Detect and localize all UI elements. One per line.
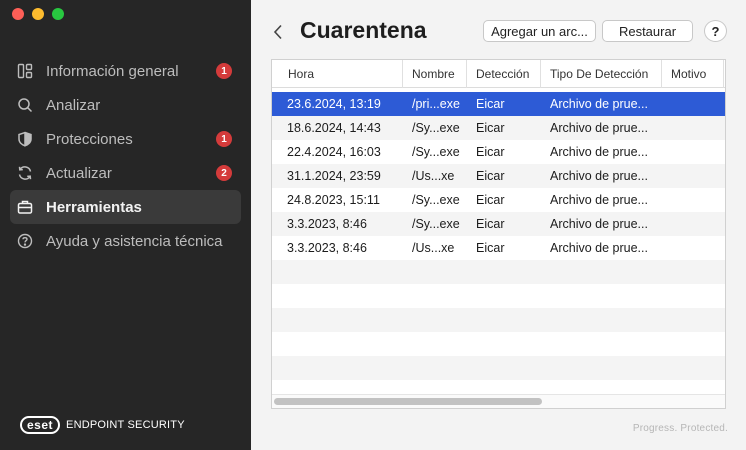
sidebar-item-label: Actualizar xyxy=(46,164,112,182)
add-file-button[interactable]: Agregar un arc... xyxy=(483,20,596,42)
sidebar-item-ayuda[interactable]: Ayuda y asistencia técnica xyxy=(10,224,241,258)
sidebar-item-informacion-general[interactable]: Información general 1 xyxy=(10,54,241,88)
horizontal-scrollbar-track xyxy=(272,394,725,408)
minimize-window-button[interactable] xyxy=(32,8,44,20)
cell-hora: 31.1.2024, 23:59 xyxy=(287,169,381,183)
cell-nombre: /Sy...exe xyxy=(412,145,460,159)
table-row[interactable]: 31.1.2024, 23:59/Us...xe Eicar Archivo de … xyxy=(272,164,725,188)
column-header-tipo[interactable]: Tipo De Detección xyxy=(541,60,662,88)
cell-tipo: Archivo de prue... xyxy=(550,145,648,159)
help-circle-icon xyxy=(16,232,34,250)
column-header-nombre[interactable]: Nombre xyxy=(403,60,467,88)
cell-nombre: /pri...exe xyxy=(412,97,460,111)
cell-nombre: /Us...xe xyxy=(412,241,455,255)
cell-hora: 3.3.2023, 8:46 xyxy=(287,241,367,255)
cell-deteccion: Eicar xyxy=(476,169,505,183)
cell-tipo: Archivo de prue... xyxy=(550,193,648,207)
sidebar-item-herramientas[interactable]: Herramientas xyxy=(10,190,241,224)
close-window-button[interactable] xyxy=(12,8,24,20)
table-row[interactable]: 22.4.2024, 16:03/Sy...exe Eicar Archivo de… xyxy=(272,140,725,164)
cell-deteccion: Eicar xyxy=(476,193,505,207)
page-title: Cuarentena xyxy=(300,17,427,43)
empty-row xyxy=(272,356,725,380)
quarantine-table: Hora Nombre Detección Tipo De Detección … xyxy=(271,59,726,409)
column-header-motivo[interactable]: Motivo xyxy=(662,60,724,88)
sidebar-nav: Información general 1 Analizar Proteccio… xyxy=(10,54,241,258)
search-icon xyxy=(16,96,34,114)
sidebar: Información general 1 Analizar Proteccio… xyxy=(0,0,251,450)
toolbox-icon xyxy=(16,198,34,216)
restore-button[interactable]: Restaurar xyxy=(602,20,693,42)
cell-hora: 22.4.2024, 16:03 xyxy=(287,145,381,159)
help-button[interactable]: ? xyxy=(704,20,727,42)
table-row[interactable]: 3.3.2023, 8:46/Us...xe Eicar Archivo de pr… xyxy=(272,236,725,260)
empty-row xyxy=(272,332,725,356)
notification-badge: 2 xyxy=(216,165,232,181)
cell-hora: 18.6.2024, 14:43 xyxy=(287,121,381,135)
column-header-deteccion[interactable]: Detección xyxy=(467,60,541,88)
eset-logo: eset xyxy=(20,416,61,434)
cell-deteccion: Eicar xyxy=(476,121,505,135)
window-controls xyxy=(12,8,64,20)
sidebar-item-label: Ayuda y asistencia técnica xyxy=(46,232,223,250)
table-body: 23.6.2024, 13:19/pri...exe Eicar Archivo d… xyxy=(272,92,725,380)
sidebar-item-label: Información general xyxy=(46,62,179,80)
shield-icon xyxy=(16,130,34,148)
sidebar-item-label: Analizar xyxy=(46,96,101,114)
main-panel: Cuarentena Agregar un arc... Restaurar ?… xyxy=(251,0,746,450)
sidebar-item-actualizar[interactable]: Actualizar 2 xyxy=(10,156,241,190)
sidebar-item-analizar[interactable]: Analizar xyxy=(10,88,241,122)
cell-nombre: /Sy...exe xyxy=(412,193,460,207)
zoom-window-button[interactable] xyxy=(52,8,64,20)
refresh-icon xyxy=(16,164,34,182)
cell-deteccion: Eicar xyxy=(476,145,505,159)
cell-nombre: /Us...xe xyxy=(412,169,455,183)
sidebar-item-label: Protecciones xyxy=(46,130,133,148)
cell-deteccion: Eicar xyxy=(476,241,505,255)
column-header-hora[interactable]: Hora xyxy=(272,60,403,88)
horizontal-scrollbar-thumb[interactable] xyxy=(274,398,542,405)
table-header: Hora Nombre Detección Tipo De Detección … xyxy=(272,60,725,88)
chevron-left-icon xyxy=(273,24,282,40)
back-button[interactable] xyxy=(273,22,289,42)
cell-nombre: /Sy...exe xyxy=(412,217,460,231)
dashboard-icon xyxy=(16,62,34,80)
empty-row xyxy=(272,284,725,308)
table-row[interactable]: 18.6.2024, 14:43/Sy...exe Eicar Archivo de… xyxy=(272,116,725,140)
cell-hora: 24.8.2023, 15:11 xyxy=(287,193,380,207)
sidebar-item-protecciones[interactable]: Protecciones 1 xyxy=(10,122,241,156)
sidebar-item-label: Herramientas xyxy=(46,198,142,216)
cell-tipo: Archivo de prue... xyxy=(550,217,648,231)
brand-product-name: ENDPOINT SECURITY xyxy=(66,419,185,431)
notification-badge: 1 xyxy=(216,63,232,79)
cell-hora: 3.3.2023, 8:46 xyxy=(287,217,367,231)
table-row[interactable]: 24.8.2023, 15:11/Sy...exe Eicar Archivo de… xyxy=(272,188,725,212)
empty-row xyxy=(272,260,725,284)
brand-footer: eset ENDPOINT SECURITY xyxy=(20,416,185,434)
cell-nombre: /Sy...exe xyxy=(412,121,460,135)
cell-tipo: Archivo de prue... xyxy=(550,169,648,183)
cell-deteccion: Eicar xyxy=(476,97,505,111)
empty-row xyxy=(272,308,725,332)
cell-deteccion: Eicar xyxy=(476,217,505,231)
tagline: Progress. Protected. xyxy=(632,423,728,434)
table-row[interactable]: 23.6.2024, 13:19/pri...exe Eicar Archivo d… xyxy=(272,92,725,116)
cell-hora: 23.6.2024, 13:19 xyxy=(287,97,381,111)
cell-tipo: Archivo de prue... xyxy=(550,121,648,135)
notification-badge: 1 xyxy=(216,131,232,147)
cell-tipo: Archivo de prue... xyxy=(550,97,648,111)
cell-tipo: Archivo de prue... xyxy=(550,241,648,255)
table-row[interactable]: 3.3.2023, 8:46/Sy...exe Eicar Archivo de p… xyxy=(272,212,725,236)
